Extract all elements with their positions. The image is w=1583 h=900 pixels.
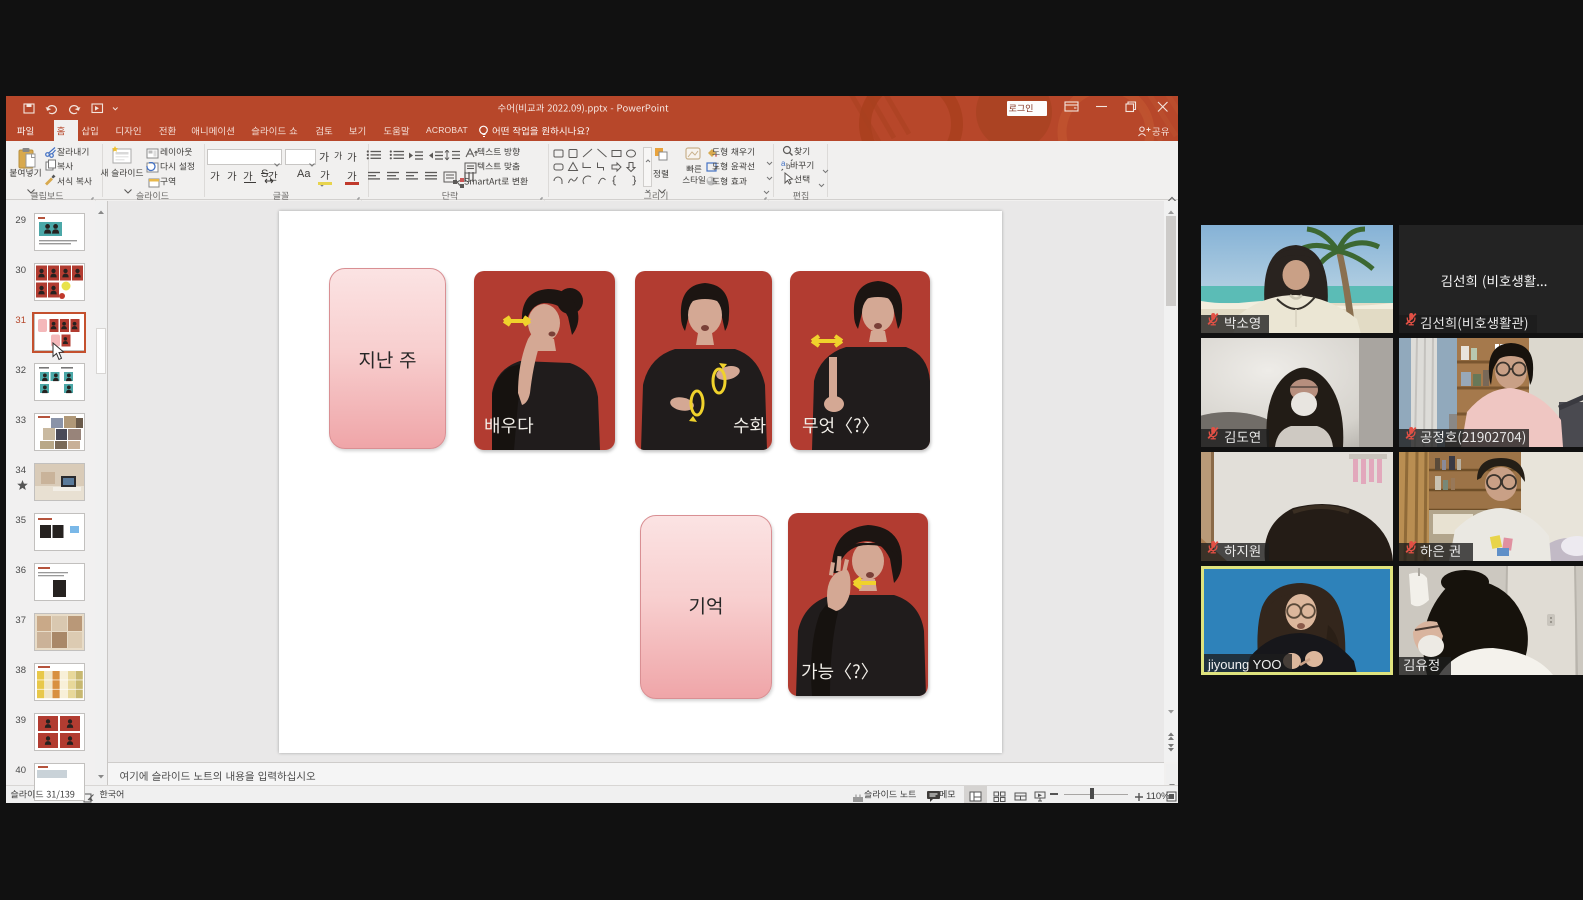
svg-text:b: b xyxy=(786,162,791,171)
